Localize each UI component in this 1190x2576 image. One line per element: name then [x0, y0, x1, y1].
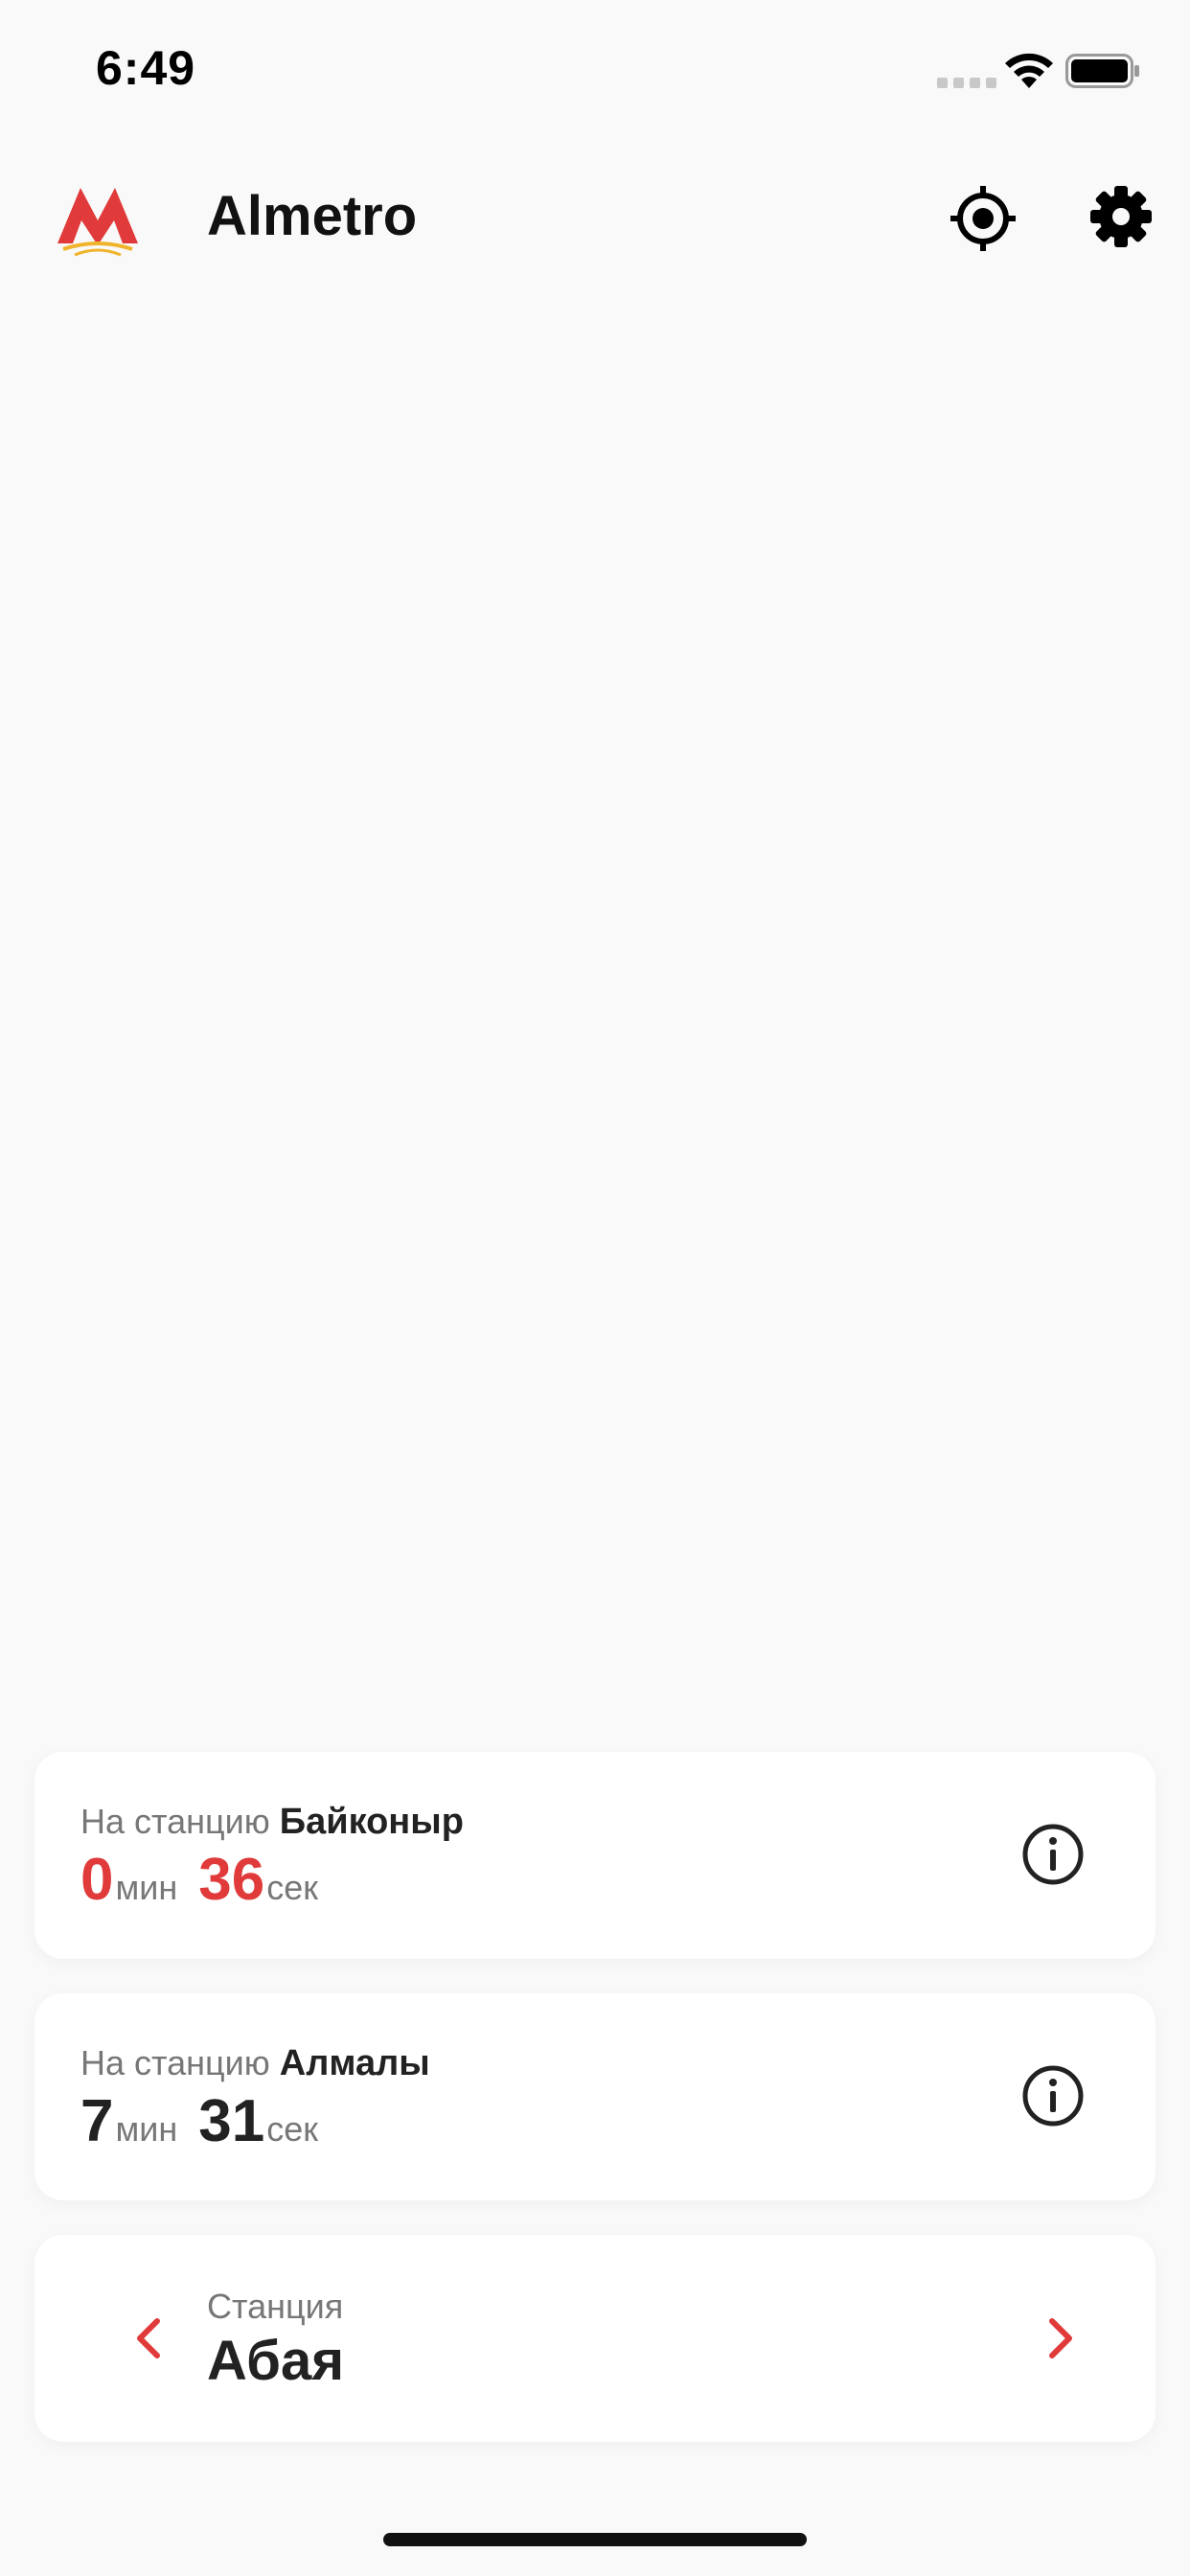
- arrival-card[interactable]: На станцию Байконыр 0мин 36сек: [34, 1752, 1156, 1959]
- to-station-line: На станцию Байконыр: [80, 1802, 464, 1843]
- wifi-icon: [1005, 53, 1053, 88]
- seconds-value: 31: [198, 2088, 265, 2154]
- current-station-name: Абая: [207, 2330, 345, 2392]
- metro-logo-icon: [57, 188, 138, 257]
- seconds-unit: сек: [266, 2109, 318, 2149]
- app-title: Almetro: [207, 185, 418, 247]
- arrival-time: 7мин 31сек: [80, 2087, 318, 2155]
- minutes-unit: мин: [115, 2109, 178, 2149]
- seconds-value: 36: [198, 1847, 265, 1913]
- locate-icon: [950, 186, 1016, 251]
- to-station-prefix: На станцию: [80, 2043, 270, 2082]
- seconds-unit: сек: [266, 1868, 318, 1907]
- settings-button[interactable]: [1088, 184, 1154, 249]
- station-caption: Станция: [207, 2287, 344, 2326]
- minutes-value: 0: [80, 1847, 114, 1913]
- signal-dots-icon: [937, 78, 996, 88]
- to-station-name: Алмалы: [279, 2043, 430, 2083]
- minutes-value: 7: [80, 2088, 114, 2154]
- minutes-unit: мин: [115, 1868, 178, 1907]
- arrival-time: 0мин 36сек: [80, 1846, 318, 1914]
- home-indicator[interactable]: [383, 2533, 807, 2546]
- chevron-right-icon[interactable]: [1035, 2308, 1087, 2369]
- info-icon[interactable]: [1021, 2064, 1085, 2128]
- status-bar: 6:49: [0, 0, 1190, 134]
- app-header: Almetro: [0, 163, 1190, 278]
- chevron-left-icon[interactable]: [123, 2308, 174, 2369]
- arrival-card[interactable]: На станцию Алмалы 7мин 31сек: [34, 1993, 1156, 2200]
- to-station-prefix: На станцию: [80, 1802, 270, 1841]
- gear-icon: [1090, 186, 1152, 247]
- locate-button[interactable]: [949, 184, 1018, 253]
- station-selector: Станция Абая: [34, 2235, 1156, 2442]
- info-icon[interactable]: [1021, 1823, 1085, 1886]
- to-station-line: На станцию Алмалы: [80, 2043, 430, 2084]
- battery-icon: [1065, 54, 1139, 88]
- status-time: 6:49: [96, 41, 196, 95]
- to-station-name: Байконыр: [279, 1802, 464, 1842]
